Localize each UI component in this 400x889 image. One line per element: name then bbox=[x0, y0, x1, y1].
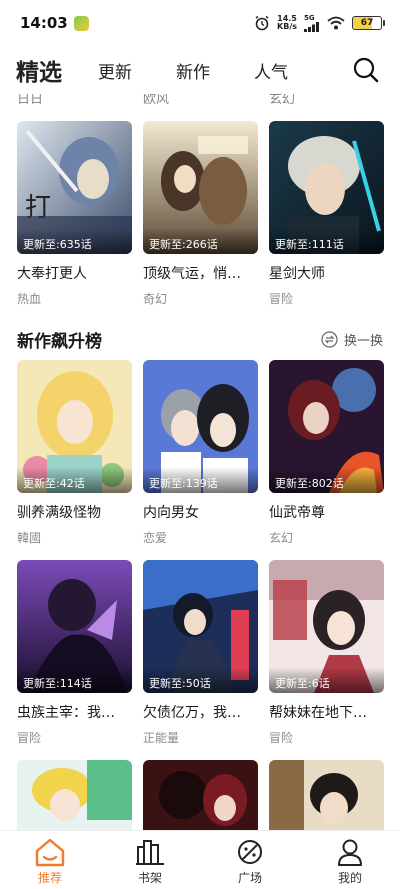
comic-grid-partial bbox=[17, 760, 384, 830]
comic-grid-rising: 更新至:42话 驯养满级怪物 韓國 更新至:139话 内向男女 恋爱 更新至:8… bbox=[17, 360, 384, 546]
comic-cover[interactable]: 打 更新至:635话 bbox=[17, 121, 132, 254]
update-badge: 更新至:42话 bbox=[17, 467, 132, 493]
comic-cover[interactable]: 更新至:6话 bbox=[269, 560, 384, 693]
main-content[interactable]: 日日 欧风 玄幻 打 更新至:635话 大奉打更人 热血 更新至:266话 顶级… bbox=[0, 94, 400, 830]
comic-cover[interactable]: 更新至:802话 bbox=[269, 360, 384, 493]
bookshelf-icon bbox=[136, 840, 164, 865]
comic-cover[interactable]: 更新至:114话 bbox=[17, 560, 132, 693]
comic-genre: 玄幻 bbox=[269, 531, 294, 545]
list-item-genre: 欧风 bbox=[143, 94, 170, 107]
comic-title: 帮妹妹在地下… bbox=[269, 705, 367, 721]
comic-cover[interactable]: 更新至:111话 bbox=[269, 121, 384, 254]
comic-title: 星剑大师 bbox=[269, 266, 325, 282]
bottom-nav-bookshelf[interactable]: 书架 bbox=[100, 831, 200, 889]
update-badge: 更新至:139话 bbox=[143, 467, 258, 493]
bottom-nav-label: 我的 bbox=[337, 871, 362, 885]
bottom-nav-mine[interactable]: 我的 bbox=[300, 831, 400, 889]
bottom-nav: 推荐 书架 广场 我的 bbox=[0, 830, 400, 889]
comic-genre: 冒险 bbox=[17, 731, 42, 745]
comic-card[interactable]: 更新至:50话 欠债亿万，我… 正能量 bbox=[143, 560, 258, 746]
bottom-nav-recommend[interactable]: 推荐 bbox=[0, 831, 100, 889]
comic-card[interactable]: 打 更新至:635话 大奉打更人 热血 bbox=[17, 121, 132, 307]
update-badge: 更新至:114话 bbox=[17, 667, 132, 693]
user-icon bbox=[338, 839, 362, 866]
comic-genre: 韓國 bbox=[17, 531, 42, 545]
comic-grid-rising-2: 更新至:114话 虫族主宰：我… 冒险 更新至:50话 欠债亿万，我… 正能量 bbox=[17, 560, 384, 746]
bottom-nav-label: 书架 bbox=[137, 871, 162, 885]
comic-card[interactable]: 更新至:111话 星剑大师 冒险 bbox=[269, 121, 384, 307]
list-item-genre: 玄幻 bbox=[269, 94, 296, 107]
comic-card[interactable]: 更新至:802话 仙武帝尊 玄幻 bbox=[269, 360, 384, 546]
comic-card[interactable] bbox=[269, 760, 384, 830]
comic-title: 大奉打更人 bbox=[17, 266, 87, 282]
comic-cover[interactable] bbox=[269, 760, 384, 830]
update-badge: 更新至:266话 bbox=[143, 228, 258, 254]
comic-genre: 奇幻 bbox=[143, 292, 168, 306]
comic-genre: 正能量 bbox=[143, 731, 180, 745]
tab-new[interactable]: 新作 bbox=[176, 58, 210, 83]
comic-cover[interactable]: 更新至:50话 bbox=[143, 560, 258, 693]
comic-title: 虫族主宰：我… bbox=[17, 705, 115, 721]
comic-title: 仙武帝尊 bbox=[269, 505, 325, 521]
bottom-nav-label: 推荐 bbox=[37, 871, 62, 885]
comic-genre: 冒险 bbox=[269, 731, 294, 745]
tab-popular[interactable]: 人气 bbox=[254, 58, 288, 83]
comic-card[interactable]: 更新至:139话 内向男女 恋爱 bbox=[143, 360, 258, 546]
comic-genre: 冒险 bbox=[269, 292, 294, 306]
status-icons: 14.5 KB/s 5G 67 bbox=[254, 14, 385, 32]
network-type: 5G bbox=[304, 14, 315, 22]
app-notification-icon bbox=[73, 15, 89, 31]
section-title: 新作飙升榜 bbox=[17, 332, 102, 352]
comic-cover[interactable]: 更新至:266话 bbox=[143, 121, 258, 254]
refresh-icon bbox=[321, 331, 338, 348]
status-time: 14:03 bbox=[20, 14, 68, 32]
update-badge: 更新至:50话 bbox=[143, 667, 258, 693]
top-nav: 精选 更新 新作 人气 bbox=[0, 46, 400, 94]
refresh-label: 换一换 bbox=[343, 334, 383, 349]
comic-card[interactable]: 更新至:42话 驯养满级怪物 韓國 bbox=[17, 360, 132, 546]
tab-featured[interactable]: 精选 bbox=[16, 53, 62, 87]
refresh-button[interactable]: 换一换 bbox=[321, 330, 383, 349]
comic-genre: 恋爱 bbox=[143, 531, 168, 545]
comic-card[interactable] bbox=[143, 760, 258, 830]
status-bar: 14:03 14.5 KB/s 5G 67 bbox=[0, 0, 400, 46]
update-badge: 更新至:6话 bbox=[269, 667, 384, 693]
update-badge: 更新至:635话 bbox=[17, 228, 132, 254]
comic-grid-featured: 打 更新至:635话 大奉打更人 热血 更新至:266话 顶级气运，悄… 奇幻 … bbox=[17, 121, 384, 307]
comic-card[interactable]: 更新至:6话 帮妹妹在地下… 冒险 bbox=[269, 560, 384, 746]
home-icon bbox=[35, 838, 65, 867]
tab-updates[interactable]: 更新 bbox=[98, 58, 132, 83]
comic-cover[interactable]: 更新至:42话 bbox=[17, 360, 132, 493]
partial-genre-row: 日日 欧风 玄幻 bbox=[17, 94, 395, 107]
comic-title: 欠债亿万，我… bbox=[143, 705, 241, 721]
bottom-nav-label: 广场 bbox=[237, 871, 262, 885]
comic-title: 内向男女 bbox=[143, 505, 199, 521]
search-icon[interactable] bbox=[352, 56, 380, 84]
battery-indicator: 67 bbox=[352, 16, 385, 30]
comic-card[interactable]: 更新至:114话 虫族主宰：我… 冒险 bbox=[17, 560, 132, 746]
comic-cover[interactable] bbox=[143, 760, 258, 830]
list-item-genre: 日日 bbox=[17, 94, 44, 107]
update-badge: 更新至:802话 bbox=[269, 467, 384, 493]
comic-title: 顶级气运，悄… bbox=[143, 266, 241, 282]
network-speed: 14.5 KB/s bbox=[277, 14, 297, 31]
comic-genre: 热血 bbox=[17, 292, 42, 306]
comic-card[interactable]: 更新至:266话 顶级气运，悄… 奇幻 bbox=[143, 121, 258, 307]
comic-card[interactable] bbox=[17, 760, 132, 830]
comic-cover[interactable] bbox=[17, 760, 132, 830]
comic-title: 驯养满级怪物 bbox=[17, 505, 101, 521]
alarm-icon bbox=[255, 15, 269, 31]
bottom-nav-plaza[interactable]: 广场 bbox=[200, 831, 300, 889]
section-header: 新作飙升榜 换一换 bbox=[17, 327, 383, 352]
update-badge: 更新至:111话 bbox=[269, 228, 384, 254]
comic-cover[interactable]: 更新至:139话 bbox=[143, 360, 258, 493]
signal-icon bbox=[304, 22, 319, 32]
planet-icon bbox=[238, 840, 262, 864]
wifi-icon bbox=[327, 16, 345, 30]
